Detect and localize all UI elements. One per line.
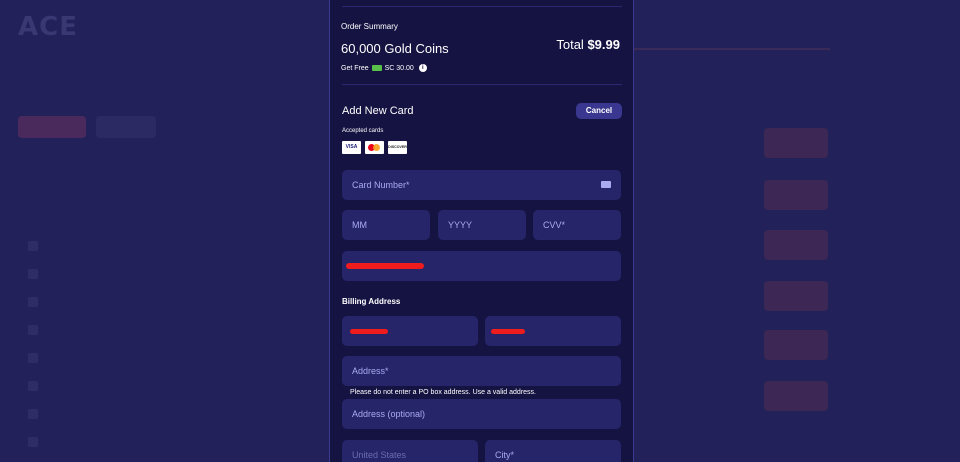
visa-icon: VISA xyxy=(342,141,361,154)
background-nav-item xyxy=(28,400,38,428)
background-nav-item xyxy=(28,344,38,372)
info-icon[interactable]: i xyxy=(418,64,427,72)
city-field[interactable]: City* xyxy=(485,440,621,462)
first-name-field[interactable] xyxy=(342,316,478,346)
last-name-field[interactable] xyxy=(485,316,621,346)
free-bonus-row: Get Free SC 30.00 i xyxy=(341,64,427,72)
year-placeholder: YYYY xyxy=(448,220,473,230)
free-label: Get Free xyxy=(341,64,369,72)
sweeps-coin-icon xyxy=(371,65,382,71)
redaction-mark xyxy=(350,329,388,334)
app-logo: ACE xyxy=(18,12,78,42)
total-label: Total xyxy=(556,37,584,52)
free-value: SC 30.00 xyxy=(384,64,414,72)
background-buy-button xyxy=(764,381,828,411)
address-hint: Please do not enter a PO box address. Us… xyxy=(350,389,536,396)
redaction-mark xyxy=(491,329,525,334)
address-optional-field[interactable]: Address (optional) xyxy=(342,399,621,429)
card-number-placeholder: Card Number* xyxy=(352,180,410,190)
discover-icon: DISCOVER xyxy=(388,141,407,154)
background-buy-button xyxy=(764,230,828,260)
address-field[interactable]: Address* xyxy=(342,356,621,386)
cancel-button[interactable]: Cancel xyxy=(576,103,622,119)
card-number-field[interactable]: Card Number* xyxy=(342,170,621,200)
cvv-placeholder: CVV* xyxy=(543,220,566,230)
background-nav-item xyxy=(28,372,38,400)
background-nav-item xyxy=(28,260,38,288)
background-buy-button xyxy=(764,128,828,158)
background-secondary-button xyxy=(96,116,156,138)
accepted-cards: VISA DISCOVER xyxy=(342,141,407,154)
background-deposit-button xyxy=(18,116,86,138)
mastercard-icon xyxy=(365,141,384,154)
billing-address-title: Billing Address xyxy=(342,297,401,306)
divider xyxy=(342,84,622,85)
address2-placeholder: Address (optional) xyxy=(352,409,426,419)
background-nav-item xyxy=(28,288,38,316)
add-card-title: Add New Card xyxy=(342,105,414,117)
background-buy-button xyxy=(764,330,828,360)
divider xyxy=(342,6,622,7)
city-placeholder: City* xyxy=(495,450,515,460)
cvv-field[interactable]: CVV* xyxy=(533,210,621,240)
credit-card-icon xyxy=(601,181,611,188)
background-buy-button xyxy=(764,281,828,311)
month-placeholder: MM xyxy=(352,220,367,230)
expiry-month-field[interactable]: MM xyxy=(342,210,430,240)
checkout-modal: Order Summary 60,000 Gold Coins Total $9… xyxy=(329,0,634,462)
cardholder-name-field[interactable] xyxy=(342,251,621,281)
background-promo xyxy=(16,172,161,206)
expiry-year-field[interactable]: YYYY xyxy=(438,210,526,240)
background-nav-item xyxy=(28,232,38,260)
background-divider xyxy=(600,48,830,50)
country-select[interactable]: United States xyxy=(342,440,478,462)
background-sidebar-nav xyxy=(28,232,38,456)
country-value: United States xyxy=(352,450,407,460)
order-total: Total $9.99 xyxy=(556,37,620,52)
product-name: 60,000 Gold Coins xyxy=(341,41,449,56)
background-nav-item xyxy=(28,316,38,344)
background-buy-button xyxy=(764,180,828,210)
order-summary-label: Order Summary xyxy=(341,22,398,31)
redaction-mark xyxy=(346,263,424,269)
background-nav-item xyxy=(28,428,38,456)
address-placeholder: Address* xyxy=(352,366,389,376)
accepted-cards-label: Accepted cards xyxy=(342,128,384,134)
total-value: $9.99 xyxy=(587,37,620,52)
